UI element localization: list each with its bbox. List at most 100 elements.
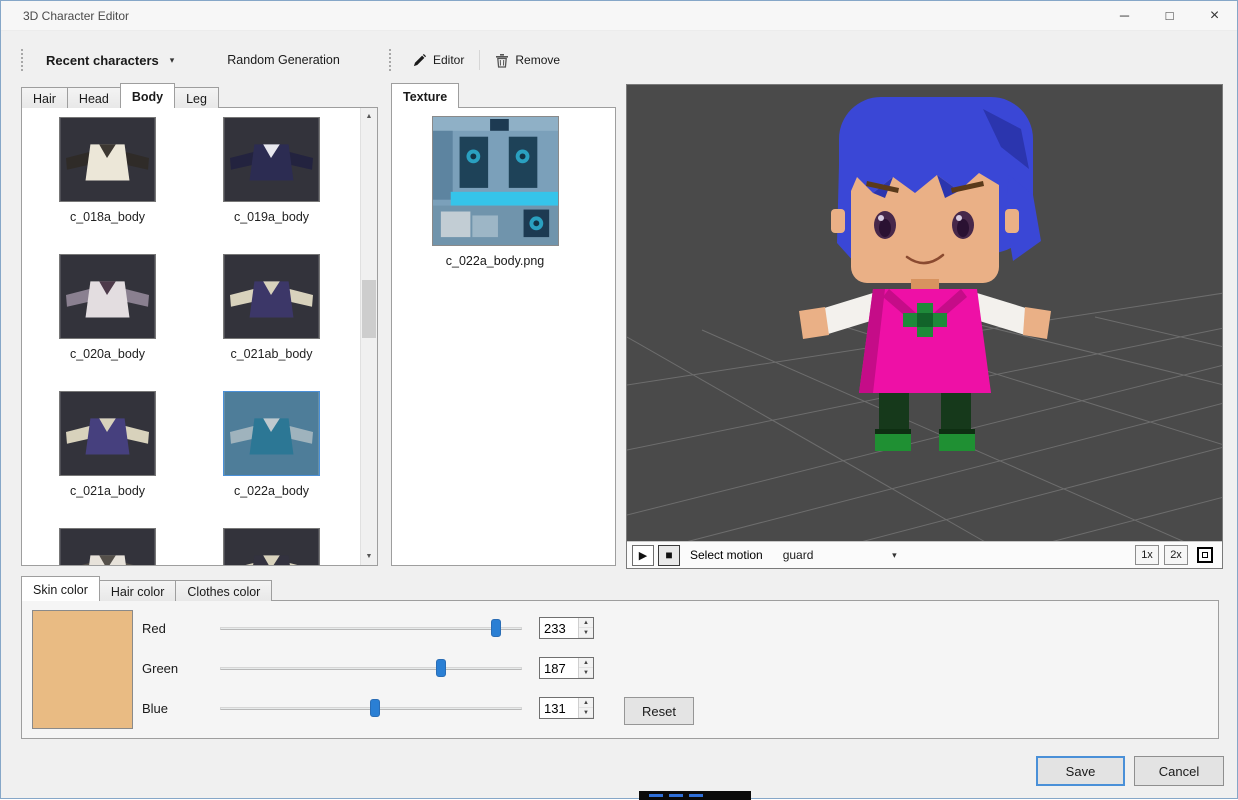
color-editor-panel: Red ▲ ▼ Green ▲ bbox=[21, 600, 1219, 739]
blue-value-input[interactable] bbox=[540, 698, 578, 718]
motion-value: guard bbox=[783, 548, 814, 562]
editor-label: Editor bbox=[433, 53, 464, 67]
part-thumbnail[interactable] bbox=[59, 391, 156, 476]
stop-button[interactable]: ■ bbox=[658, 545, 680, 566]
speed-2x-button[interactable]: 2x bbox=[1164, 545, 1188, 565]
part-thumbnail[interactable] bbox=[223, 391, 320, 476]
list-scrollbar[interactable]: ▲ ▼ bbox=[360, 108, 377, 565]
arrow-up-icon: ▲ bbox=[366, 113, 373, 120]
scrollbar-thumb[interactable] bbox=[362, 280, 376, 338]
tab-texture[interactable]: Texture bbox=[391, 83, 459, 108]
character-part-item[interactable] bbox=[223, 528, 320, 566]
texture-panel: c_022a_body.png bbox=[391, 107, 616, 566]
fullscreen-button[interactable] bbox=[1193, 544, 1217, 566]
minimize-button[interactable]: ─ bbox=[1102, 1, 1147, 31]
tab-head[interactable]: Head bbox=[67, 87, 121, 108]
character-part-item[interactable]: c_018a_body bbox=[59, 117, 156, 224]
pencil-icon bbox=[412, 53, 427, 68]
part-thumbnail[interactable] bbox=[223, 117, 320, 202]
toolbar-grip bbox=[21, 49, 25, 71]
character-part-item[interactable] bbox=[59, 528, 156, 566]
arrow-down-icon: ▼ bbox=[583, 710, 589, 716]
close-button[interactable]: × bbox=[1192, 1, 1237, 31]
part-thumbnail[interactable] bbox=[223, 528, 320, 566]
green-slider[interactable] bbox=[220, 658, 522, 678]
arrow-down-icon: ▼ bbox=[583, 670, 589, 676]
slider-thumb[interactable] bbox=[436, 659, 446, 677]
character-part-item[interactable]: c_019a_body bbox=[223, 117, 320, 224]
part-tabs: Hair Head Body Leg bbox=[21, 84, 218, 108]
blue-spinner: ▲ ▼ bbox=[578, 698, 593, 718]
scroll-up-button[interactable]: ▲ bbox=[361, 108, 377, 125]
texture-thumbnail[interactable] bbox=[432, 116, 559, 246]
reset-button[interactable]: Reset bbox=[624, 697, 694, 725]
viewport-right-controls: 1x 2x bbox=[1135, 544, 1217, 566]
green-value-input[interactable] bbox=[540, 658, 578, 678]
character-part-item[interactable]: c_020a_body bbox=[59, 254, 156, 361]
toolbar-grip bbox=[389, 49, 393, 71]
editor-button[interactable]: Editor bbox=[401, 48, 475, 73]
tab-hair-color[interactable]: Hair color bbox=[99, 580, 177, 601]
arrow-down-icon: ▼ bbox=[583, 630, 589, 636]
recent-characters-dropdown[interactable]: Recent characters ▾ bbox=[33, 48, 185, 73]
maximize-button[interactable]: □ bbox=[1147, 1, 1192, 31]
random-generation-button[interactable]: Random Generation bbox=[227, 53, 340, 67]
character-part-item-selected[interactable]: c_022a_body bbox=[223, 391, 320, 498]
texture-item[interactable]: c_022a_body.png bbox=[432, 116, 559, 268]
window-title: 3D Character Editor bbox=[23, 9, 129, 23]
scroll-down-button[interactable]: ▼ bbox=[361, 548, 377, 565]
spin-down-button[interactable]: ▼ bbox=[579, 708, 593, 718]
slider-thumb[interactable] bbox=[491, 619, 501, 637]
green-number-box[interactable]: ▲ ▼ bbox=[539, 657, 594, 679]
red-number-box[interactable]: ▲ ▼ bbox=[539, 617, 594, 639]
thumbnail-grid: c_018a_body c_019a_body bbox=[59, 117, 320, 566]
spin-up-button[interactable]: ▲ bbox=[579, 618, 593, 628]
toolbar-separator bbox=[479, 50, 480, 70]
character-part-item[interactable]: c_021a_body bbox=[59, 391, 156, 498]
tab-leg[interactable]: Leg bbox=[174, 87, 219, 108]
green-label: Green bbox=[142, 661, 220, 676]
spin-up-button[interactable]: ▲ bbox=[579, 658, 593, 668]
cancel-button[interactable]: Cancel bbox=[1134, 756, 1224, 786]
part-label: c_021a_body bbox=[39, 484, 176, 498]
recent-characters-label: Recent characters bbox=[46, 53, 159, 68]
save-button[interactable]: Save bbox=[1036, 756, 1125, 786]
spin-down-button[interactable]: ▼ bbox=[579, 668, 593, 678]
remove-button[interactable]: Remove bbox=[484, 48, 571, 73]
title-bar: 3D Character Editor ─ □ × bbox=[1, 1, 1237, 31]
viewport-toolbar: ▶ ■ Select motion guard ▾ 1x 2x bbox=[627, 541, 1222, 568]
part-thumbnail[interactable] bbox=[223, 254, 320, 339]
part-label: c_022a_body bbox=[203, 484, 340, 498]
motion-dropdown[interactable]: guard ▾ bbox=[779, 546, 901, 564]
select-motion-label: Select motion bbox=[690, 548, 763, 562]
slider-thumb[interactable] bbox=[370, 699, 380, 717]
chevron-down-icon: ▾ bbox=[170, 55, 175, 66]
color-preview-swatch bbox=[32, 610, 133, 729]
blue-slider[interactable] bbox=[220, 698, 522, 718]
arrow-up-icon: ▲ bbox=[583, 660, 589, 666]
tab-hair[interactable]: Hair bbox=[21, 87, 68, 108]
blue-slider-row: Blue ▲ ▼ bbox=[142, 693, 594, 723]
red-label: Red bbox=[142, 621, 220, 636]
red-spinner: ▲ ▼ bbox=[578, 618, 593, 638]
viewport-3d[interactable]: ▶ ■ Select motion guard ▾ 1x 2x bbox=[626, 84, 1223, 569]
red-value-input[interactable] bbox=[540, 618, 578, 638]
tab-skin-color[interactable]: Skin color bbox=[21, 576, 100, 601]
character-part-item[interactable]: c_021ab_body bbox=[223, 254, 320, 361]
character-render[interactable] bbox=[627, 85, 1223, 543]
part-thumbnail[interactable] bbox=[59, 254, 156, 339]
arrow-down-icon: ▼ bbox=[366, 553, 373, 560]
spin-up-button[interactable]: ▲ bbox=[579, 698, 593, 708]
tab-body[interactable]: Body bbox=[120, 83, 175, 108]
red-slider[interactable] bbox=[220, 618, 522, 638]
part-thumbnail[interactable] bbox=[59, 117, 156, 202]
trash-icon bbox=[495, 53, 509, 68]
slider-track bbox=[220, 667, 522, 670]
speed-1x-button[interactable]: 1x bbox=[1135, 545, 1159, 565]
library-toolbar: Recent characters ▾ Random Generation bbox=[21, 45, 340, 75]
spin-down-button[interactable]: ▼ bbox=[579, 628, 593, 638]
blue-number-box[interactable]: ▲ ▼ bbox=[539, 697, 594, 719]
part-thumbnail[interactable] bbox=[59, 528, 156, 566]
tab-clothes-color[interactable]: Clothes color bbox=[175, 580, 272, 601]
play-button[interactable]: ▶ bbox=[632, 545, 654, 566]
